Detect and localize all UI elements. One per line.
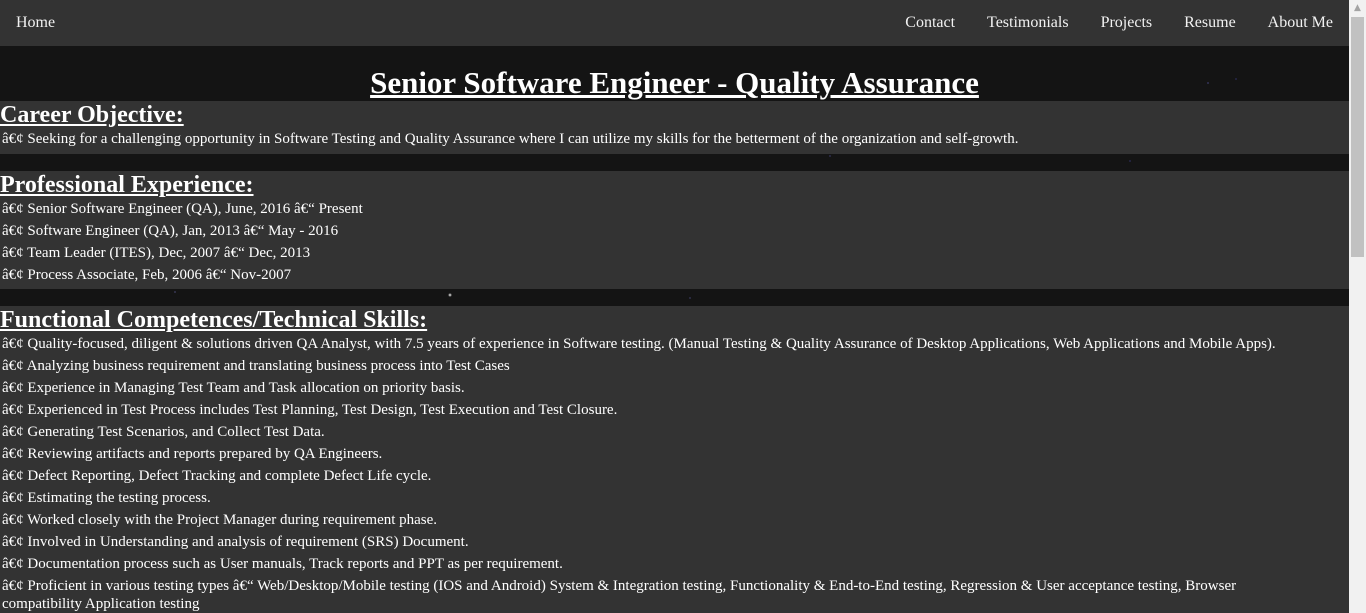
top-navbar: Home Contact Testimonials Projects Resum…: [0, 0, 1349, 46]
page: Home Contact Testimonials Projects Resum…: [0, 0, 1366, 613]
nav-about-me-link[interactable]: About Me: [1268, 14, 1333, 32]
nav-projects-link[interactable]: Projects: [1101, 14, 1153, 32]
career-objective-heading: Career Objective:: [0, 102, 184, 128]
list-item: â€¢ Estimating the testing process.: [2, 490, 211, 506]
list-item: â€¢ Documentation process such as User m…: [2, 556, 563, 572]
list-item: â€¢ Software Engineer (QA), Jan, 2013 â€…: [2, 223, 339, 239]
list-item: â€¢ Reviewing artifacts and reports prep…: [2, 446, 383, 462]
career-objective-section: Career Objective: â€¢ Seeking for a chal…: [0, 101, 1349, 154]
list-item: â€¢ Proficient in various testing types …: [2, 578, 1237, 612]
nav-home-link[interactable]: Home: [16, 14, 55, 32]
main-content: Senior Software Engineer - Quality Assur…: [0, 46, 1349, 613]
scroll-up-arrow-icon[interactable]: ▲: [1349, 0, 1366, 17]
vertical-scrollbar[interactable]: ▲: [1349, 0, 1366, 613]
list-item: â€¢ Quality-focused, diligent & solution…: [2, 336, 1276, 352]
list-item: â€¢ Seeking for a challenging opportunit…: [2, 131, 1019, 147]
career-objective-list: â€¢ Seeking for a challenging opportunit…: [0, 128, 1349, 150]
list-item: â€¢ Analyzing business requirement and t…: [2, 358, 510, 374]
list-item: â€¢ Senior Software Engineer (QA), June,…: [2, 201, 363, 217]
nav-links: Contact Testimonials Projects Resume Abo…: [889, 14, 1349, 32]
list-item: â€¢ Generating Test Scenarios, and Colle…: [2, 424, 325, 440]
list-item: â€¢ Defect Reporting, Defect Tracking an…: [2, 468, 432, 484]
technical-skills-list: â€¢ Quality-focused, diligent & solution…: [0, 333, 1349, 613]
technical-skills-heading: Functional Competences/Technical Skills:: [0, 307, 428, 333]
list-item: â€¢ Team Leader (ITES), Dec, 2007 â€“ De…: [2, 245, 311, 261]
list-item: â€¢ Involved in Understanding and analys…: [2, 534, 469, 550]
technical-skills-section: Functional Competences/Technical Skills:…: [0, 306, 1349, 613]
list-item: â€¢ Process Associate, Feb, 2006 â€“ Nov…: [2, 267, 292, 283]
professional-experience-heading: Professional Experience:: [0, 172, 254, 198]
scrollbar-thumb[interactable]: [1351, 17, 1364, 257]
nav-contact-link[interactable]: Contact: [905, 14, 955, 32]
list-item: â€¢ Experienced in Test Process includes…: [2, 402, 618, 418]
list-item: â€¢ Experience in Managing Test Team and…: [2, 380, 465, 396]
nav-resume-link[interactable]: Resume: [1184, 14, 1236, 32]
list-item: â€¢ Worked closely with the Project Mana…: [2, 512, 438, 528]
professional-experience-section: Professional Experience: â€¢ Senior Soft…: [0, 171, 1349, 289]
professional-experience-list: â€¢ Senior Software Engineer (QA), June,…: [0, 198, 1349, 286]
nav-testimonials-link[interactable]: Testimonials: [987, 14, 1069, 32]
page-title: Senior Software Engineer - Quality Assur…: [370, 65, 979, 100]
